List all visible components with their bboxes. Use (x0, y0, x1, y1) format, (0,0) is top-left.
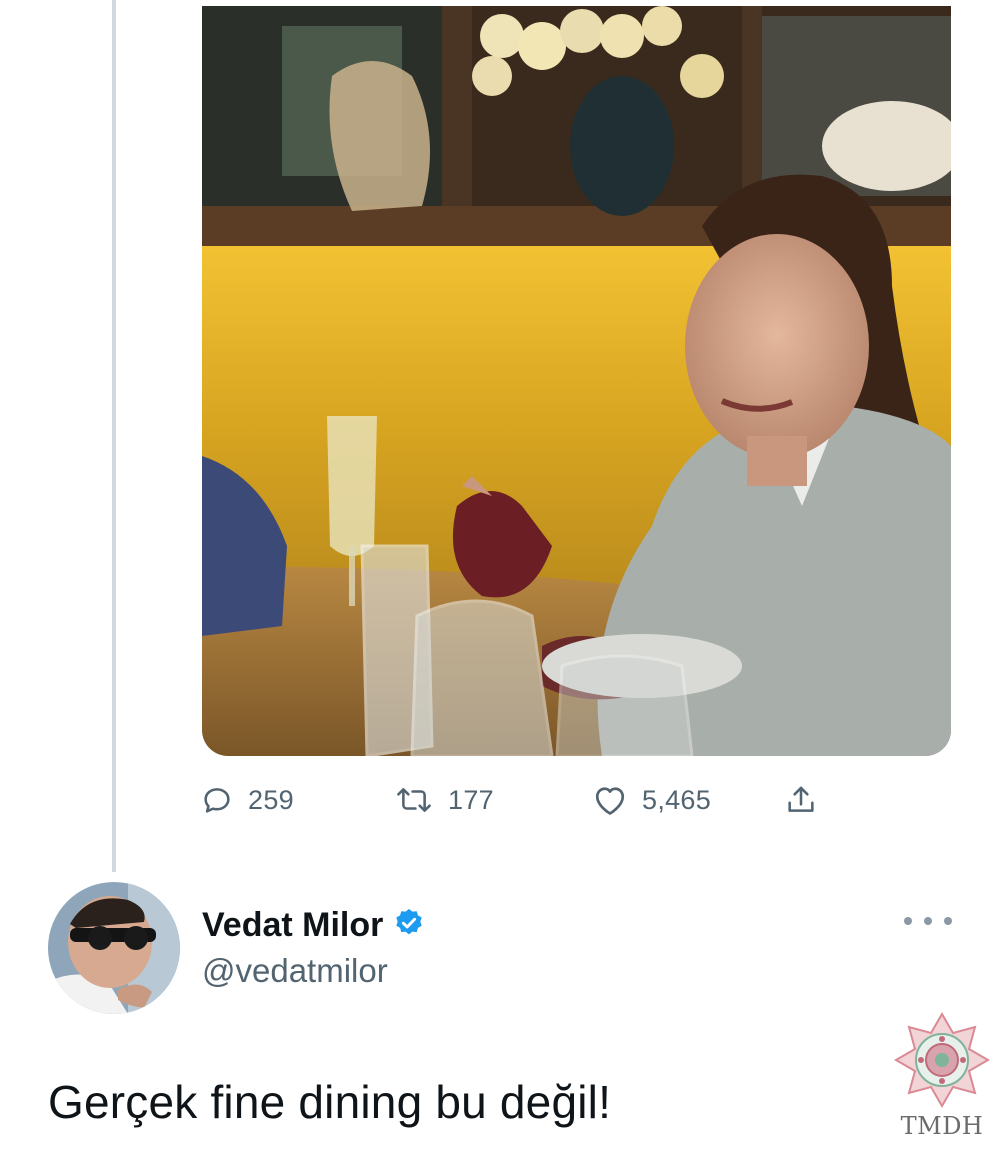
tmdh-logo-icon (894, 1012, 990, 1108)
more-dot (944, 917, 952, 925)
retweet-icon (394, 783, 434, 817)
more-dot (904, 917, 912, 925)
heart-icon (592, 783, 628, 817)
author-name-row[interactable]: Vedat Milor (202, 902, 425, 948)
tmdh-watermark: TMDH (888, 1010, 996, 1146)
more-dot (924, 917, 932, 925)
reply-count: 259 (248, 784, 294, 815)
tweet-action-bar: 259 177 5,465 (200, 776, 840, 824)
verified-badge-icon (393, 907, 425, 944)
more-options-icon[interactable] (904, 906, 952, 936)
comment-icon (200, 783, 234, 817)
retweet-count: 177 (448, 784, 494, 815)
like-button[interactable]: 5,465 (592, 776, 711, 824)
share-button[interactable] (784, 776, 818, 824)
author-display-name: Vedat Milor (202, 905, 384, 944)
author-avatar[interactable] (48, 882, 180, 1014)
retweet-button[interactable]: 177 (394, 776, 494, 824)
like-count: 5,465 (642, 784, 712, 815)
reply-button[interactable]: 259 (200, 776, 294, 824)
reply-tweet-text: Gerçek fine dining bu değil! (48, 1076, 612, 1128)
share-icon (784, 783, 818, 817)
tweet-media-video[interactable] (202, 6, 951, 756)
author-handle[interactable]: @vedatmilor (202, 952, 388, 990)
thread-connector-line (112, 0, 116, 872)
watermark-text: TMDH (900, 1112, 984, 1140)
